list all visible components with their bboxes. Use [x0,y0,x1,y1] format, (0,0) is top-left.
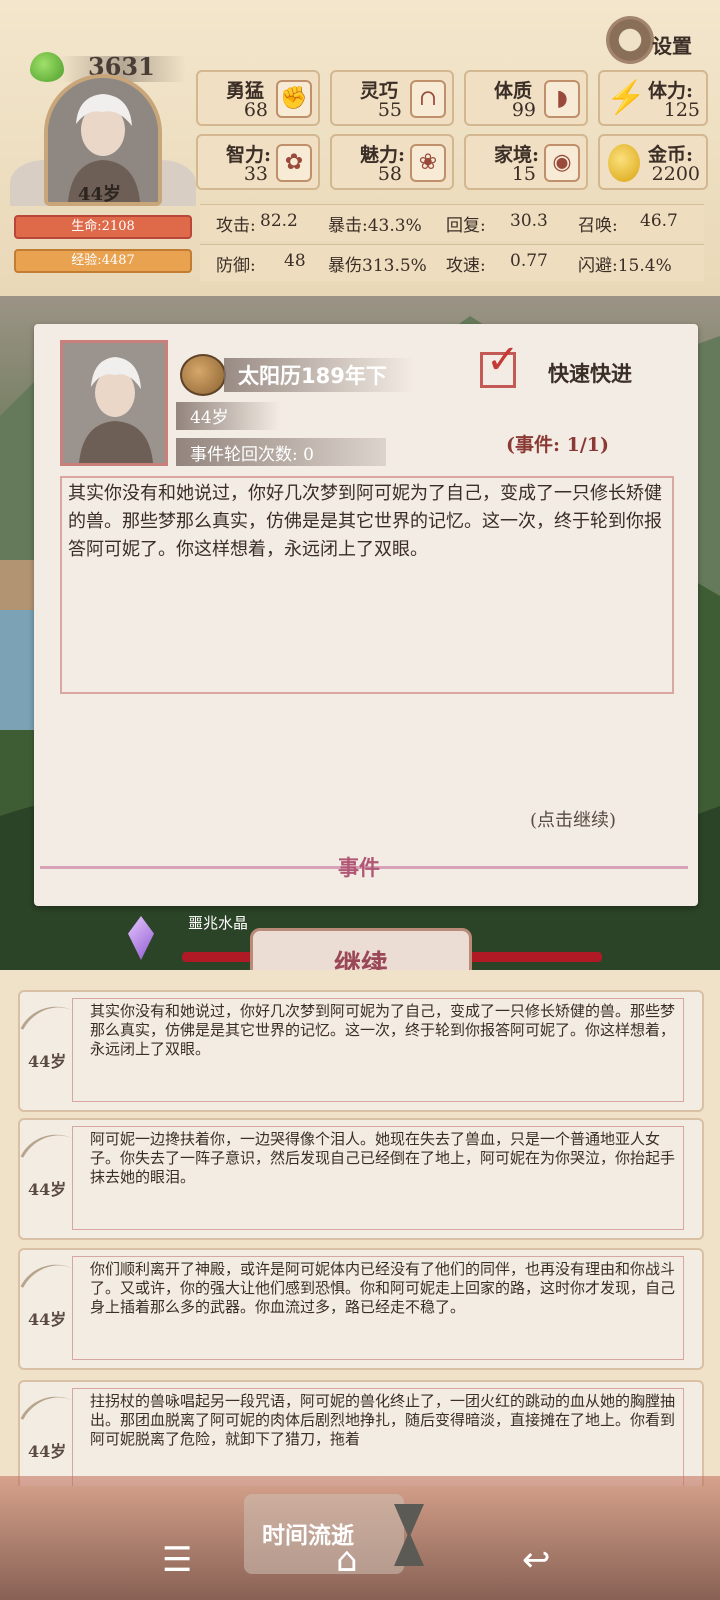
feather-icon [20,992,79,1050]
lotus-icon: ❀ [410,144,446,182]
log-text: 你们顺利离开了神殿，或许是阿可妮体内已经没有了他们的同伴，也再没有理由和你战斗了… [90,1260,676,1316]
log-text: 阿可妮一边搀扶着你，一边哭得像个泪人。她现在失去了兽血，只是一个普通地亚人女子。… [90,1130,676,1186]
attr-value: 99 [511,99,536,121]
attr-value: 55 [377,99,402,121]
spirit-gem-icon [30,52,64,82]
combat-stats-row-2: 防御: 48 暴伤313.5% 攻速: 0.77 闪避:15.4% [200,244,704,281]
log-age: 44岁 [28,1180,67,1199]
tap-to-continue-hint[interactable]: (点击继续) [530,806,616,832]
log-text: 拄拐杖的兽咏唱起另一段咒语，阿可妮的兽化终止了，一团火红的跳动的血从她的胸膛抽出… [90,1392,676,1448]
log-entry[interactable]: 44岁 拄拐杖的兽咏唱起另一段咒语，阿可妮的兽化终止了，一团火红的跳动的血从她的… [18,1380,704,1486]
log-entry[interactable]: 44岁 阿可妮一边搀扶着你，一边哭得像个泪人。她现在失去了兽血，只是一个普通地亚… [18,1118,704,1240]
resource-stamina[interactable]: ⚡ 体力: 125 [598,70,708,126]
fist-icon: ✊ [276,80,312,118]
player-age: 44岁 [78,184,122,205]
feather-icon [20,1120,79,1178]
home-icon[interactable]: ⌂ [336,1540,358,1580]
log-entry[interactable]: 44岁 你们顺利离开了神殿，或许是阿可妮体内已经没有了他们的同伴，也再没有理由和… [18,1248,704,1370]
settings-label: 设置 [652,34,692,58]
feather-icon [20,1250,79,1308]
event-avatar [60,340,168,466]
attr-constitution[interactable]: 体质 99 ◗ [464,70,588,126]
attr-value: 68 [243,99,268,121]
attr-charm[interactable]: 魅力: 58 ❀ [330,134,454,190]
combat-value: 30.3 [510,211,548,231]
attr-value: 33 [243,163,268,185]
event-cycle-count: 事件轮回次数: 0 [190,445,314,465]
combat-label: 暴伤313.5% [328,256,427,276]
exp-bar: 经验:4487 [14,249,192,273]
combat-value: 46.7 [640,211,678,231]
event-text: 其实你没有和她说过，你好几次梦到阿可妮为了自己，变成了一只修长矫健的兽。那些梦那… [68,483,662,560]
log-age: 44岁 [28,1052,67,1071]
stamina-value: 125 [663,99,700,121]
log-age: 44岁 [28,1442,67,1461]
event-counter: (事件: 1/1) [506,434,609,456]
legs-icon: ∩ [410,80,446,118]
log-age: 44岁 [28,1310,67,1329]
combat-label: 回复: [446,216,486,236]
attr-value: 58 [377,163,402,185]
event-date: 太阳历189年下 [238,364,387,388]
menu-icon[interactable]: ☰ [162,1540,192,1580]
combat-label: 攻速: [446,256,486,276]
coin-hand-icon: ◉ [544,144,580,182]
event-age: 44岁 [190,408,229,428]
attr-courage[interactable]: 勇猛 68 ✊ [196,70,320,126]
event-log[interactable]: 44岁 其实你没有和她说过，你好几次梦到阿可妮为了自己，变成了一只修长矫健的兽。… [0,970,720,1486]
hp-bar: 生命:2108 [14,215,192,239]
combat-label: 攻击: [216,216,256,236]
attr-family[interactable]: 家境: 15 ◉ [464,134,588,190]
crystal-label: 噩兆水晶 [188,914,249,932]
back-icon[interactable]: ↩ [522,1540,551,1580]
calendar-coin-icon [180,354,226,396]
combat-label: 防御: [216,256,256,276]
log-text: 其实你没有和她说过，你好几次梦到阿可妮为了自己，变成了一只修长矫健的兽。那些梦那… [90,1002,676,1058]
combat-label: 暴击:43.3% [328,216,422,236]
checkmark-icon: ✓ [486,337,520,383]
muscle-arm-icon: ◗ [544,80,580,118]
resource-gold[interactable]: 金币: 2200 [598,134,708,190]
combat-stats-row-1: 攻击: 82.2 暴击:43.3% 回复: 30.3 召唤: 46.7 [200,204,704,241]
gear-icon [606,16,654,64]
combat-label: 闪避:15.4% [578,256,672,276]
combat-value: 82.2 [260,211,298,231]
attr-agility[interactable]: 灵巧 55 ∩ [330,70,454,126]
fast-forward-label[interactable]: 快速快进 [548,358,632,388]
event-footer-label: 事件 [338,856,380,880]
settings-button[interactable]: 设置 [606,16,706,66]
brain-icon: ✿ [276,144,312,182]
attr-intelligence[interactable]: 智力: 33 ✿ [196,134,320,190]
log-entry[interactable]: 44岁 其实你没有和她说过，你好几次梦到阿可妮为了自己，变成了一只修长矫健的兽。… [18,990,704,1112]
feather-icon [20,1382,79,1440]
gold-coin-icon [608,144,640,182]
combat-value: 0.77 [510,251,548,271]
combat-value: 48 [284,251,306,271]
lightning-icon: ⚡ [606,78,646,116]
attr-value: 15 [511,163,536,185]
combat-label: 召唤: [578,216,618,236]
gold-value: 2200 [651,163,700,185]
